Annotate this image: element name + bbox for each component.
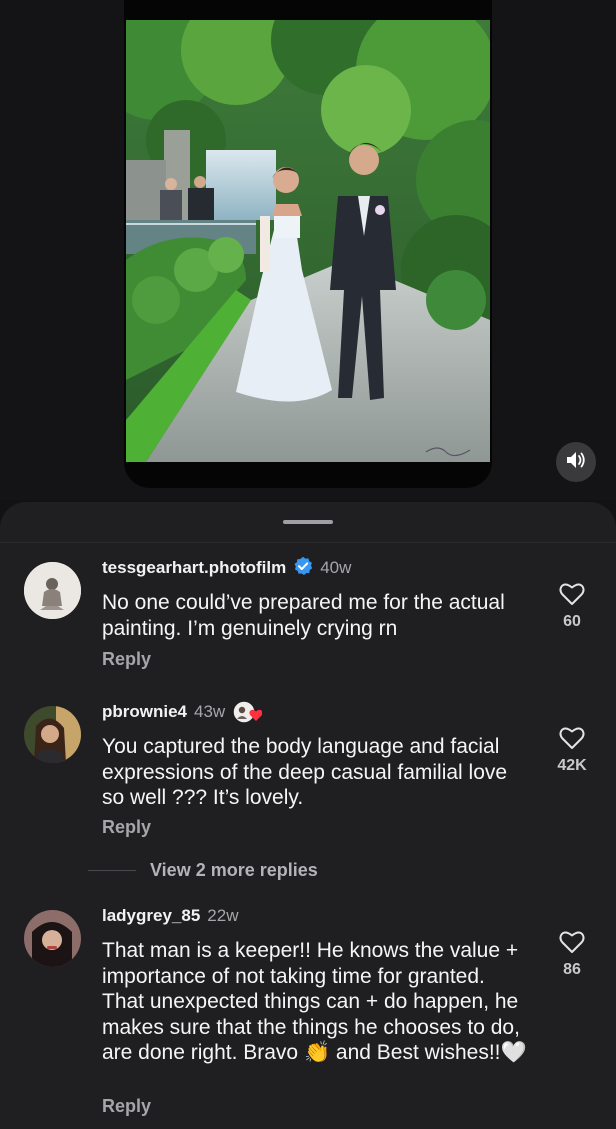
like-column: 60 bbox=[544, 582, 600, 631]
view-replies-label[interactable]: View 2 more replies bbox=[150, 860, 318, 881]
avatar[interactable] bbox=[24, 910, 81, 967]
like-column: 86 bbox=[544, 930, 600, 979]
heart-icon[interactable] bbox=[559, 583, 585, 610]
comment-time: 22w bbox=[207, 906, 239, 925]
comment-meta: tessgearhart.photofilm 40w bbox=[102, 556, 351, 580]
heart-icon[interactable] bbox=[559, 727, 585, 754]
video-frame[interactable] bbox=[124, 0, 492, 488]
speaker-icon bbox=[566, 451, 586, 474]
like-column: 42K bbox=[544, 726, 600, 775]
comment-time: 43w bbox=[194, 702, 226, 721]
comment-text: No one could’ve prepared me for the actu… bbox=[102, 591, 505, 640]
media-area bbox=[0, 0, 616, 500]
view-more-replies[interactable]: View 2 more replies bbox=[88, 858, 318, 882]
heart-icon[interactable] bbox=[559, 931, 585, 958]
creator-liked-avatar-icon bbox=[232, 700, 263, 724]
comment-meta: ladygrey_85 22w bbox=[102, 904, 238, 928]
comment-time: 40w bbox=[320, 558, 352, 577]
reply-button[interactable]: Reply bbox=[102, 817, 151, 838]
comment-text: That man is a keeper!! He knows the valu… bbox=[102, 939, 527, 1064]
username[interactable]: tessgearhart.photofilm bbox=[102, 558, 286, 578]
comments-sheet: tessgearhart.photofilm 40w No one could’… bbox=[0, 502, 616, 1129]
sheet-drag-handle[interactable] bbox=[283, 520, 333, 524]
username[interactable]: ladygrey_85 bbox=[102, 906, 200, 926]
comment-meta: pbrownie4 43w bbox=[102, 700, 263, 724]
wedding-painting[interactable] bbox=[126, 20, 490, 462]
username[interactable]: pbrownie4 bbox=[102, 702, 187, 722]
divider bbox=[0, 542, 616, 543]
like-count: 86 bbox=[563, 961, 581, 978]
view-replies-line bbox=[88, 869, 136, 871]
mute-toggle-button[interactable] bbox=[556, 442, 596, 482]
like-count: 42K bbox=[557, 757, 587, 774]
verified-badge-icon bbox=[293, 556, 313, 581]
avatar[interactable] bbox=[24, 706, 81, 763]
reply-button[interactable]: Reply bbox=[102, 1096, 151, 1117]
avatar[interactable] bbox=[24, 562, 81, 619]
reply-button[interactable]: Reply bbox=[102, 649, 151, 670]
comment-text: You captured the body language and facia… bbox=[102, 735, 508, 809]
like-count: 60 bbox=[563, 613, 581, 630]
